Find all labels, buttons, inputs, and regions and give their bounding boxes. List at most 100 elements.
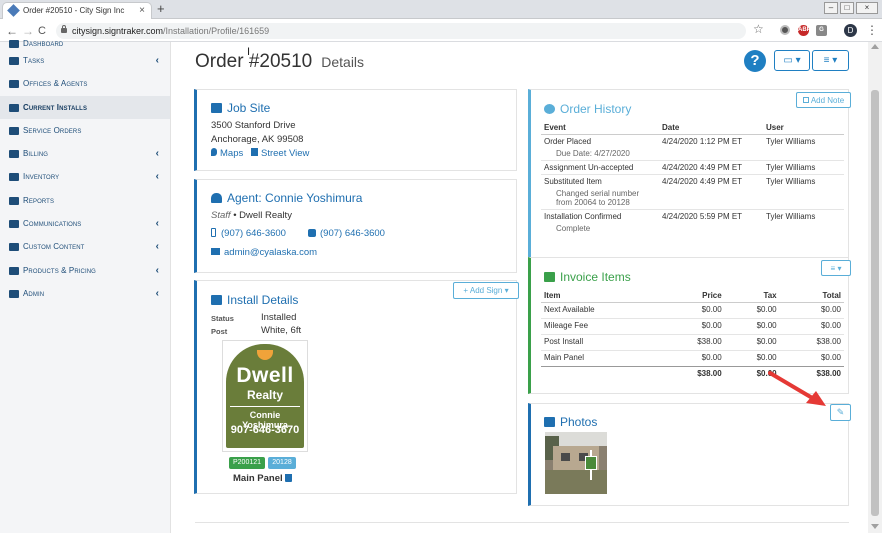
sidebar-item-communications[interactable]: Communications ‹ — [0, 212, 170, 235]
menu-bars-icon: ≡ — [830, 264, 836, 273]
invoice-items-title: Invoice Items — [544, 270, 631, 284]
sidebar-item-custom-content[interactable]: Custom Content ‹ — [0, 235, 170, 258]
scrollbar-thumb[interactable] — [871, 90, 879, 516]
event-user: Tyler Williams — [763, 174, 844, 210]
table-row: Main Panel $0.00 $0.00 $0.00 — [541, 350, 844, 367]
extension-record-icon[interactable] — [780, 25, 790, 35]
sidebar-item-service-orders[interactable]: Service Orders — [0, 119, 170, 142]
add-sign-button[interactable]: + Add Sign ▾ — [453, 282, 519, 299]
minimize-button[interactable]: – — [824, 2, 838, 14]
bookmark-star-icon[interactable]: ☆ — [753, 22, 764, 36]
annotation-arrow-icon — [768, 371, 826, 406]
column-header: Date — [659, 121, 763, 135]
actions-menu-button[interactable]: ≡ ▾ — [812, 50, 849, 71]
menu-bars-icon: ≡ — [823, 55, 830, 66]
trash-icon[interactable] — [285, 474, 293, 482]
add-note-button[interactable]: Add Note — [796, 92, 851, 108]
scroll-down-icon[interactable] — [871, 524, 879, 529]
sidebar-item-label: Dashboard — [23, 39, 64, 48]
maps-link[interactable]: Maps — [211, 148, 243, 159]
sidebar-item-products-pricing[interactable]: Products & Pricing ‹ — [0, 259, 170, 282]
event-name: Order Placed — [544, 137, 592, 146]
serial-badge-2[interactable]: 20128 — [268, 457, 296, 469]
help-button[interactable]: ? — [744, 50, 766, 72]
page-scrollbar[interactable] — [868, 42, 882, 533]
url-field[interactable]: citysign.signtraker.com/Installation/Pro… — [56, 23, 746, 39]
invoice-tax: $0.00 — [724, 334, 780, 351]
print-icon: ▭ — [783, 55, 793, 66]
extension-g-icon[interactable]: G — [816, 25, 827, 36]
status-label: Status — [211, 314, 234, 323]
print-dropdown-button[interactable]: ▭ ▾ — [774, 50, 810, 71]
profile-avatar[interactable]: D — [844, 24, 857, 37]
window-close-button[interactable]: × — [856, 2, 878, 14]
sign-image[interactable]: Dwell Realty Connie Yoshimura 907-646-36… — [222, 340, 308, 452]
sidebar-item-dashboard[interactable]: Dashboard — [0, 39, 170, 49]
table-row: Next Available $0.00 $0.00 $0.00 — [541, 302, 844, 319]
event-note: Due Date: 4/27/2020 — [556, 149, 630, 158]
install-photo-thumbnail[interactable] — [545, 432, 607, 494]
job-site-title: Job Site — [211, 101, 270, 115]
total-price: $38.00 — [660, 366, 725, 383]
invoice-item: Next Available — [541, 302, 661, 319]
event-date: 4/24/2020 4:49 PM ET — [659, 174, 763, 210]
agent-email-link[interactable]: admin@cyalaska.com — [211, 247, 317, 258]
products-pricing-icon — [9, 266, 19, 275]
chevron-left-icon: ‹ — [155, 148, 159, 160]
extension-adblock-icon[interactable]: ABP — [798, 25, 811, 36]
sidebar-item-label: Reports — [23, 195, 55, 205]
event-note: Changed serial number from 20064 to 2012… — [556, 189, 640, 207]
maximize-button[interactable]: □ — [840, 2, 854, 14]
install-details-card: Install Details + Add Sign ▾ Status Inst… — [194, 280, 519, 494]
sidebar-item-inventory[interactable]: Inventory ‹ — [0, 165, 170, 188]
edit-photos-button[interactable]: ✎ — [830, 404, 851, 421]
event-user: Tyler Williams — [763, 160, 844, 175]
flag-icon — [211, 295, 222, 305]
column-header: Tax — [724, 289, 780, 303]
agent-card: Agent: Connie Yoshimura Staff • Dwell Re… — [194, 179, 517, 273]
event-date: 4/24/2020 5:59 PM ET — [659, 209, 763, 235]
agent-phone-1[interactable]: (907) 646-3600 — [211, 228, 286, 239]
chevron-left-icon: ‹ — [155, 55, 159, 66]
agent-name-link[interactable]: Connie Yoshimura — [265, 191, 362, 205]
sidebar-item-tasks[interactable]: Tasks ‹ — [0, 49, 170, 72]
invoice-price: $0.00 — [660, 350, 725, 367]
serial-badge-1[interactable]: P200121 — [229, 457, 265, 469]
sidebar-item-label: Communications — [23, 219, 82, 229]
sidebar-item-billing[interactable]: Billing ‹ — [0, 142, 170, 165]
forward-button[interactable]: → — [22, 23, 34, 39]
agent-phone-2[interactable]: (907) 646-3600 — [308, 228, 385, 239]
sidebar-item-current-installs[interactable]: Current Installs — [0, 95, 170, 119]
url-path: /Installation/Profile/161659 — [163, 26, 270, 36]
browser-window: Order #20510 - City Sign Inc × + – □ × ←… — [0, 0, 882, 533]
invoice-item: Mileage Fee — [541, 318, 661, 335]
reload-button[interactable]: C — [38, 23, 46, 39]
sidebar-item-admin[interactable]: Admin ‹ — [0, 282, 170, 305]
invoice-item: Main Panel — [541, 350, 661, 367]
agent-title: Agent: Connie Yoshimura — [211, 191, 362, 205]
dashboard-icon — [9, 40, 19, 48]
invoice-tax: $0.00 — [724, 350, 780, 367]
site-favicon-icon — [7, 4, 20, 17]
new-tab-button[interactable]: + — [157, 1, 165, 17]
tasks-icon — [9, 57, 19, 65]
chevron-left-icon: ‹ — [155, 218, 159, 230]
back-button[interactable]: ← — [6, 23, 18, 39]
browser-menu-icon[interactable]: ⋮ — [866, 23, 878, 37]
main-content: Order #20510 Details I ? ▭ ▾ ≡ ▾ Job Site… — [172, 42, 868, 533]
invoice-price: $38.00 — [660, 334, 725, 351]
street-view-link[interactable]: Street View — [251, 148, 309, 159]
invoice-total: $0.00 — [779, 318, 844, 335]
communications-icon — [9, 220, 19, 229]
logo-mark — [257, 350, 273, 360]
tab-close-icon[interactable]: × — [139, 3, 145, 18]
order-history-table: Event Date User Order Placed Due Date: 4/27… — [541, 121, 844, 235]
scroll-up-icon[interactable] — [871, 44, 879, 49]
sidebar-item-label: Admin — [23, 288, 45, 298]
event-cell: Order Placed Due Date: 4/27/2020 — [541, 134, 659, 161]
sidebar-item-offices-agents[interactable]: Offices & Agents — [0, 72, 170, 95]
invoice-menu-button[interactable]: ≡ ▾ — [821, 260, 851, 276]
browser-tab[interactable]: Order #20510 - City Sign Inc × — [2, 2, 152, 19]
sidebar-item-reports[interactable]: Reports — [0, 189, 170, 212]
invoice-item: Post Install — [541, 334, 661, 351]
